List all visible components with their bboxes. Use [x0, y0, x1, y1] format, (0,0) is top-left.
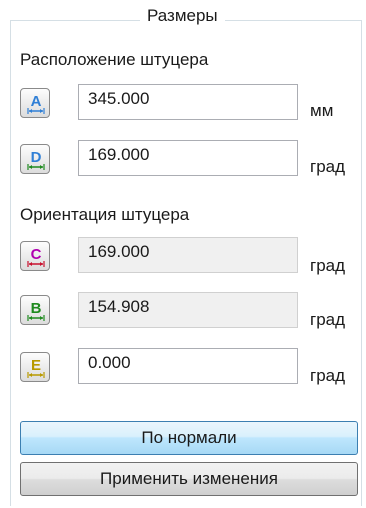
orientation-section-label: Ориентация штуцера: [20, 205, 190, 224]
dimension-e-icon: E: [27, 357, 45, 378]
dimension-d-button[interactable]: D: [20, 144, 50, 174]
apply-changes-button[interactable]: Применить изменения: [20, 462, 358, 496]
dimension-a-icon: A: [27, 93, 45, 114]
dimension-d-unit: град: [310, 157, 346, 176]
svg-text:E: E: [31, 357, 41, 374]
dimension-b-unit: град: [310, 310, 346, 329]
dimension-a-unit: мм: [310, 101, 334, 120]
dimension-c-button[interactable]: C: [20, 241, 50, 271]
dimension-d-icon: D: [27, 149, 45, 170]
dimension-b-button[interactable]: B: [20, 295, 50, 325]
dimension-a-input[interactable]: 345.000: [78, 84, 298, 120]
svg-text:A: A: [31, 93, 42, 110]
dimension-e-input[interactable]: 0.000: [78, 348, 298, 384]
svg-text:B: B: [31, 300, 42, 317]
svg-text:D: D: [31, 149, 42, 166]
position-section-label: Расположение штуцера: [20, 50, 209, 69]
group-title: Размеры: [140, 6, 225, 26]
dimension-a-button[interactable]: A: [20, 88, 50, 118]
svg-text:C: C: [31, 246, 42, 263]
dimension-b-icon: B: [27, 300, 45, 321]
dimension-c-input: 169.000: [78, 237, 298, 273]
dimension-c-unit: град: [310, 256, 346, 275]
normal-button[interactable]: По нормали: [20, 421, 358, 455]
dimension-d-input[interactable]: 169.000: [78, 140, 298, 176]
dimension-e-unit: град: [310, 366, 346, 385]
dimension-b-input: 154.908: [78, 292, 298, 328]
dimension-e-button[interactable]: E: [20, 352, 50, 382]
dimension-c-icon: C: [27, 246, 45, 267]
